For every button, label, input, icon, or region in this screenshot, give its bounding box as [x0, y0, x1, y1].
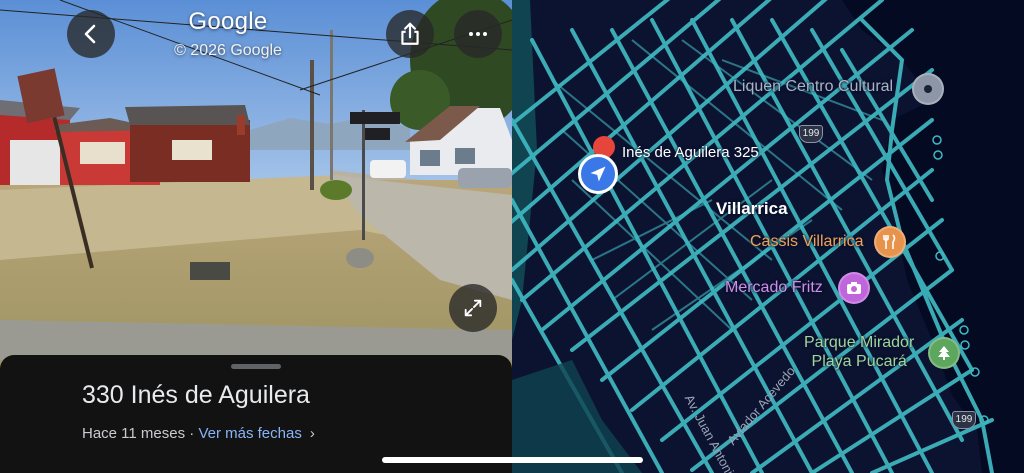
my-location-arrow-icon[interactable]	[578, 154, 618, 194]
poi-label-liquen[interactable]: Liquen Centro Cultural	[733, 78, 893, 96]
tree-icon	[938, 346, 950, 360]
restaurant-icon[interactable]	[874, 226, 906, 258]
camera-glyph-icon	[847, 282, 861, 294]
landmark-pin-icon[interactable]	[912, 73, 944, 105]
address-title: 330 Inés de Aguilera	[82, 381, 310, 409]
expand-icon	[464, 299, 482, 317]
park-tree-icon[interactable]	[928, 337, 960, 369]
navigation-arrow-icon	[590, 166, 606, 182]
route-shield: 199	[799, 125, 823, 143]
sheet-drag-handle[interactable]	[231, 364, 281, 369]
back-button[interactable]	[67, 10, 115, 58]
address-label[interactable]: Inés de Aguilera 325	[622, 144, 759, 161]
fork-knife-icon	[883, 234, 896, 249]
home-indicator[interactable]	[382, 457, 643, 463]
poi-label-parque-line2: Playa Pucará	[811, 353, 907, 370]
share-button[interactable]	[386, 10, 434, 58]
share-icon	[401, 22, 419, 45]
more-horizontal-icon	[469, 32, 487, 36]
copyright-text: © 2026 Google	[174, 42, 282, 59]
chevron-left-icon	[84, 24, 96, 44]
map-pane[interactable]: Liquen Centro Cultural Inés de Aguilera …	[512, 0, 1024, 473]
capture-date-row: Hace 11 meses · Ver más fechas ›	[82, 425, 315, 442]
poi-label-parque[interactable]: Parque Mirador Playa Pucará	[804, 333, 914, 371]
route-shield: 199	[952, 411, 976, 429]
dot-icon	[924, 85, 932, 93]
chevron-right-icon[interactable]: ›	[310, 425, 315, 442]
city-label: Villarrica	[716, 199, 788, 218]
expand-button[interactable]	[449, 284, 497, 332]
see-more-dates-link[interactable]: Ver más fechas	[198, 425, 301, 442]
street-view-title: Google	[188, 8, 268, 35]
poi-label-mercado[interactable]: Mercado Fritz	[725, 279, 823, 297]
street-view-pane[interactable]: Google © 2026 Google 330 Inés de Aguiler…	[0, 0, 512, 473]
location-bottom-sheet[interactable]: 330 Inés de Aguilera Hace 11 meses · Ver…	[0, 355, 512, 473]
camera-icon[interactable]	[838, 272, 870, 304]
more-options-button[interactable]	[454, 10, 502, 58]
poi-label-cassis[interactable]: Cassis Villarrica	[750, 233, 864, 251]
poi-label-parque-line1: Parque Mirador	[804, 334, 915, 351]
capture-date-text: Hace 11 meses ·	[82, 425, 199, 442]
